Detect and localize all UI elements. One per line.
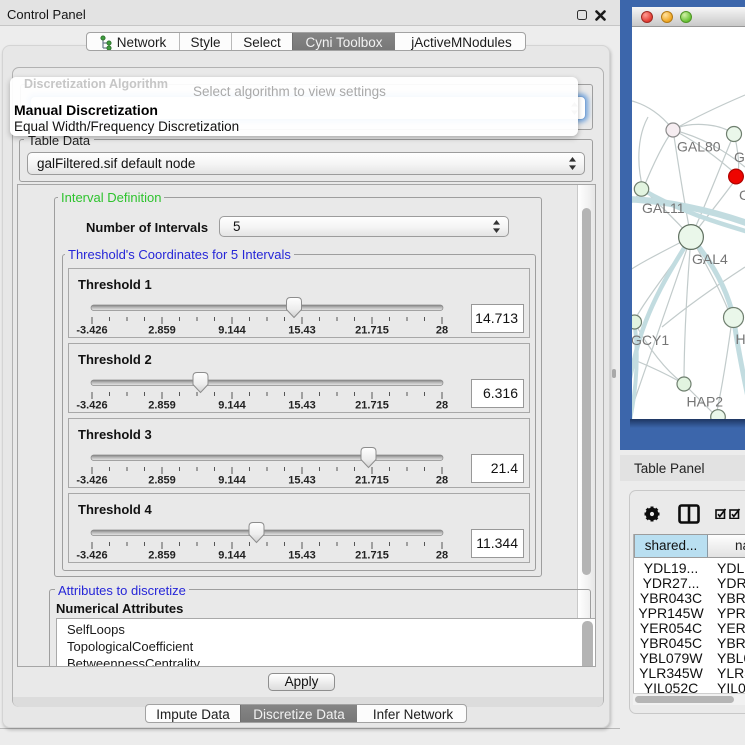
- svg-text:-3.426: -3.426: [76, 325, 107, 337]
- svg-text:21.715: 21.715: [355, 400, 389, 412]
- svg-text:28: 28: [436, 475, 448, 487]
- svg-text:GCY1: GCY1: [632, 332, 669, 348]
- svg-text:HAP2: HAP2: [687, 394, 724, 410]
- svg-text:9.144: 9.144: [218, 325, 246, 337]
- svg-text:15.43: 15.43: [288, 400, 316, 412]
- svg-text:28: 28: [436, 550, 448, 562]
- svg-text:15.43: 15.43: [288, 325, 316, 337]
- svg-text:2.859: 2.859: [148, 325, 176, 337]
- svg-text:2.859: 2.859: [148, 475, 176, 487]
- svg-text:9.144: 9.144: [218, 550, 246, 562]
- svg-text:2.859: 2.859: [148, 550, 176, 562]
- svg-text:CY: CY: [739, 187, 745, 203]
- svg-text:GAL4: GAL4: [692, 251, 728, 267]
- svg-text:GAL80: GAL80: [677, 139, 721, 155]
- svg-text:2.859: 2.859: [148, 400, 176, 412]
- svg-text:GA: GA: [734, 149, 745, 165]
- svg-text:HS: HS: [736, 331, 745, 347]
- svg-text:9.144: 9.144: [218, 400, 246, 412]
- svg-text:-3.426: -3.426: [76, 400, 107, 412]
- svg-text:28: 28: [436, 400, 448, 412]
- svg-text:15.43: 15.43: [288, 550, 316, 562]
- svg-text:-3.426: -3.426: [76, 550, 107, 562]
- svg-text:28: 28: [436, 325, 448, 337]
- svg-text:21.715: 21.715: [355, 325, 389, 337]
- svg-text:21.715: 21.715: [355, 550, 389, 562]
- svg-text:9.144: 9.144: [218, 475, 246, 487]
- svg-text:GAL11: GAL11: [642, 200, 685, 216]
- svg-text:21.715: 21.715: [355, 475, 389, 487]
- svg-text:15.43: 15.43: [288, 475, 316, 487]
- svg-text:-3.426: -3.426: [76, 475, 107, 487]
